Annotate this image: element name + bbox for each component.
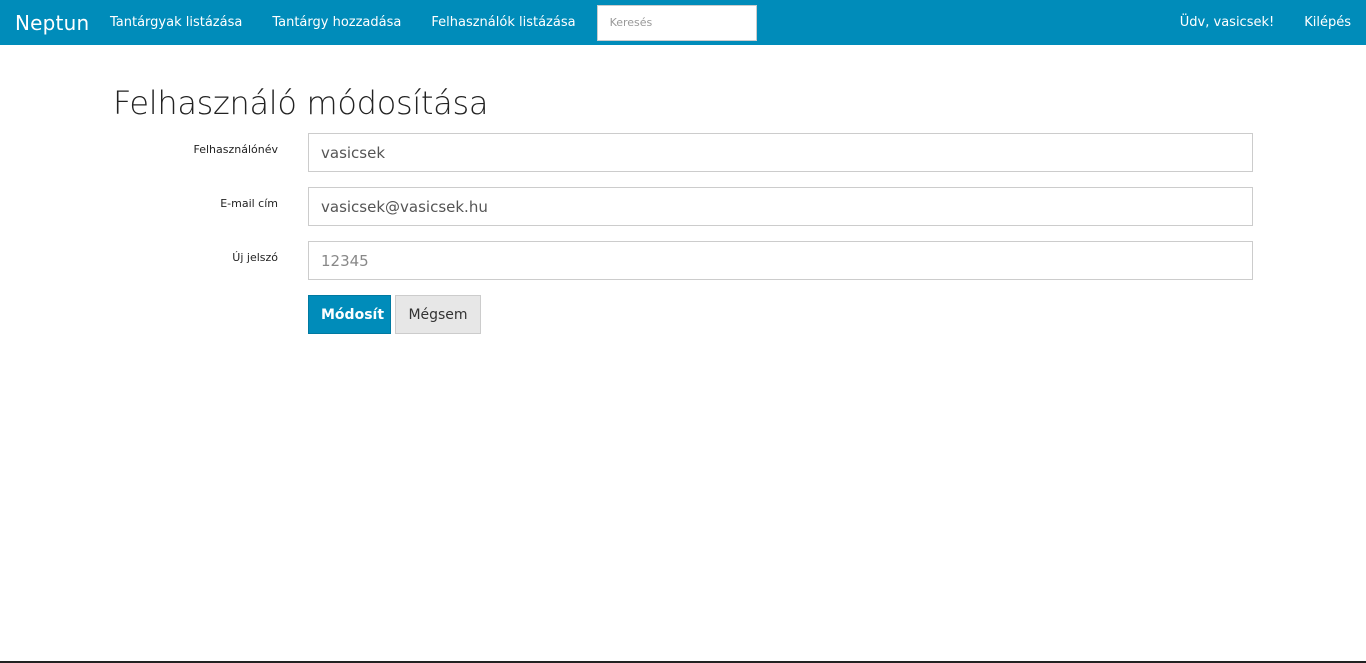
username-field[interactable] xyxy=(308,133,1253,172)
email-label: E-mail cím xyxy=(220,197,278,210)
email-row: E-mail cím xyxy=(0,187,1366,227)
username-row: Felhasználónév xyxy=(0,133,1366,173)
nav-right-group: Üdv, vasicsek! Kilépés xyxy=(1165,0,1366,45)
logout-link[interactable]: Kilépés xyxy=(1289,0,1366,45)
username-label: Felhasználónév xyxy=(193,143,278,156)
nav-link-users-list[interactable]: Felhasználók listázása xyxy=(416,0,590,45)
password-label: Új jelszó xyxy=(232,251,278,264)
cancel-button[interactable]: Mégsem xyxy=(395,295,481,334)
user-greeting-link[interactable]: Üdv, vasicsek! xyxy=(1165,0,1289,45)
top-navbar: Neptun Tantárgyak listázása Tantárgy hoz… xyxy=(0,0,1366,45)
submit-button[interactable]: Módosít xyxy=(308,295,391,334)
page-title: Felhasználó módosítása xyxy=(113,84,489,122)
password-row: Új jelszó xyxy=(0,241,1366,281)
nav-link-subjects-list[interactable]: Tantárgyak listázása xyxy=(95,0,257,45)
email-field[interactable] xyxy=(308,187,1253,226)
nav-link-add-subject[interactable]: Tantárgy hozzadása xyxy=(257,0,416,45)
new-password-field[interactable] xyxy=(308,241,1253,280)
search-input[interactable] xyxy=(596,4,757,41)
brand-link[interactable]: Neptun xyxy=(0,11,95,35)
